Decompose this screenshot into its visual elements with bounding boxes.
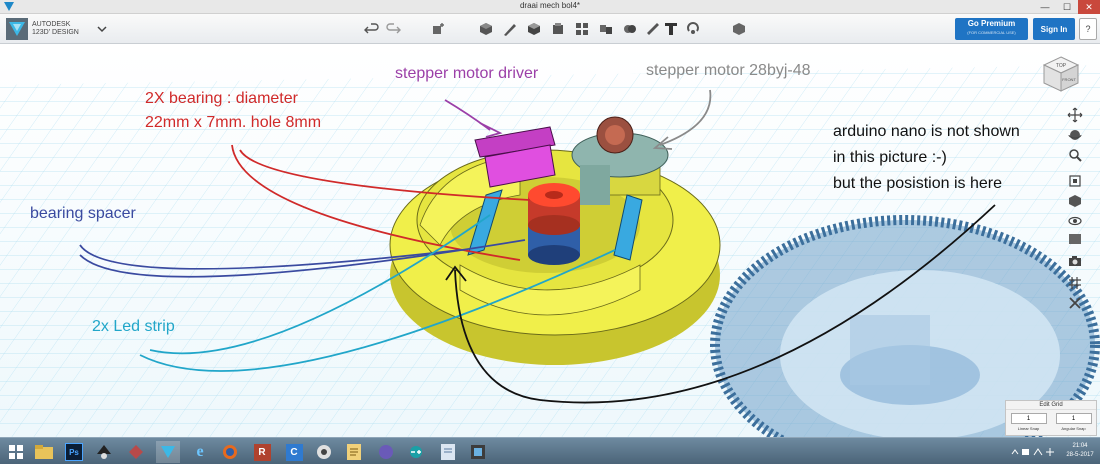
minimize-button[interactable]: — (1034, 0, 1056, 14)
group-icon[interactable] (598, 21, 614, 37)
annotation-driver: stepper motor driver (395, 65, 539, 82)
viewcube-top-label: TOP (1056, 63, 1067, 69)
system-tray-icons[interactable] (1010, 446, 1060, 458)
sign-in-button[interactable]: Sign In (1033, 18, 1075, 40)
angular-snap-label: Angular Snap (1061, 426, 1086, 431)
linear-snap-input[interactable]: 1 (1010, 413, 1047, 424)
screenshot-icon[interactable] (1067, 253, 1083, 269)
app-icon[interactable] (124, 441, 148, 463)
go-premium-label: Go Premium (967, 19, 1016, 28)
measure-icon[interactable] (645, 21, 661, 37)
annotation-bearing-line2: 22mm x 7mm. hole 8mm (145, 114, 322, 131)
snap-icon[interactable] (685, 21, 701, 37)
file-explorer-icon[interactable] (32, 441, 56, 463)
revit-icon[interactable]: R (250, 441, 274, 463)
view-cube[interactable]: TOP FRONT (1042, 55, 1080, 95)
window-title: draai mech bol4* (519, 1, 581, 10)
fit-icon[interactable] (1067, 173, 1083, 189)
c-app-icon[interactable]: C (282, 441, 306, 463)
brand-line2: 123D' DESIGN (32, 29, 79, 36)
combine-icon[interactable] (622, 21, 638, 37)
material-icon[interactable] (731, 21, 747, 37)
pattern-icon[interactable] (574, 21, 590, 37)
chrome-icon[interactable] (312, 441, 336, 463)
system-clock[interactable]: 21:04 28-5-2017 (1062, 442, 1098, 460)
linear-snap-label: Linear Snap (1017, 426, 1040, 431)
viewcube-front-label: FRONT (1062, 77, 1076, 82)
close-button[interactable]: ✕ (1078, 0, 1100, 14)
help-button[interactable]: ? (1079, 18, 1097, 40)
annotation-spacer: bearing spacer (30, 205, 136, 222)
go-premium-sublabel: (FOR COMMERCIAL USE) (967, 30, 1016, 35)
annotation-motor: stepper motor 28byj-48 (646, 62, 811, 79)
app-window: draai mech bol4* — ☐ ✕ AUTODESK 123D' DE… (0, 0, 1100, 464)
edit-grid-panel: Edit Grid 1 1 Linear Snap Angular Snap (1005, 400, 1097, 436)
construct-icon[interactable] (526, 21, 542, 37)
primitives-icon[interactable] (478, 21, 494, 37)
windows-taskbar: Ps e R C 21:04 28-5-2017 (0, 437, 1100, 464)
maximize-button[interactable]: ☐ (1056, 0, 1078, 14)
internet-explorer-icon[interactable]: e (188, 441, 212, 463)
redo-icon[interactable] (385, 21, 401, 37)
main-toolbar: AUTODESK 123D' DESIGN Go Premium (FOR CO… (0, 14, 1100, 44)
chevron-down-icon[interactable] (97, 24, 107, 34)
design-viewport[interactable]: stepper motor driver stepper motor 28byj… (0, 45, 1100, 437)
clock-date: 28-5-2017 (1066, 452, 1094, 458)
arduino-icon[interactable] (404, 441, 428, 463)
modify-icon[interactable] (550, 21, 566, 37)
windows-start-icon[interactable] (4, 441, 28, 463)
pan-icon[interactable] (1067, 107, 1083, 123)
go-premium-button[interactable]: Go Premium (FOR COMMERCIAL USE) (955, 18, 1028, 40)
view-icon[interactable] (1067, 193, 1083, 209)
grid-icon[interactable] (1067, 275, 1083, 291)
autodesk-123d-icon[interactable] (156, 441, 180, 463)
undo-icon[interactable] (364, 21, 380, 37)
zoom-icon[interactable] (1067, 147, 1083, 163)
title-bar: draai mech bol4* — ☐ ✕ (0, 0, 1100, 14)
annotation-nano-line3: but the posistion is here (833, 175, 1002, 192)
app-brand[interactable]: AUTODESK 123D' DESIGN (6, 18, 107, 40)
annotation-nano-line2: in this picture :-) (833, 149, 947, 166)
sketch-icon[interactable] (502, 21, 518, 37)
bearing-stack-part (528, 183, 580, 265)
brand-line1: AUTODESK (32, 21, 71, 28)
cura-icon[interactable] (374, 441, 398, 463)
photoshop-label: Ps (65, 443, 83, 461)
visibility-icon[interactable] (1067, 213, 1083, 229)
snap-view-icon[interactable] (1067, 295, 1083, 311)
document-icon[interactable] (436, 441, 460, 463)
text-icon[interactable] (663, 21, 679, 37)
material-view-icon[interactable] (1067, 231, 1083, 247)
annotation-bearing-line1: 2X bearing : diameter (145, 90, 298, 107)
angular-snap-input[interactable]: 1 (1055, 413, 1092, 424)
transform-icon[interactable] (430, 21, 446, 37)
inkscape-icon[interactable] (92, 441, 116, 463)
photoshop-icon[interactable]: Ps (62, 441, 86, 463)
navigation-bar (1064, 105, 1086, 319)
notepad-icon[interactable] (342, 441, 366, 463)
autodesk-123d-logo-icon (6, 18, 28, 40)
annotation-nano-line1: arduino nano is not shown (833, 123, 1020, 140)
firefox-icon[interactable] (218, 441, 242, 463)
orbit-icon[interactable] (1067, 127, 1083, 143)
annotation-led: 2x Led strip (92, 318, 175, 335)
clock-time: 21:04 (1072, 443, 1088, 449)
slicer-icon[interactable] (466, 441, 490, 463)
edit-grid-title[interactable]: Edit Grid (1006, 401, 1096, 410)
